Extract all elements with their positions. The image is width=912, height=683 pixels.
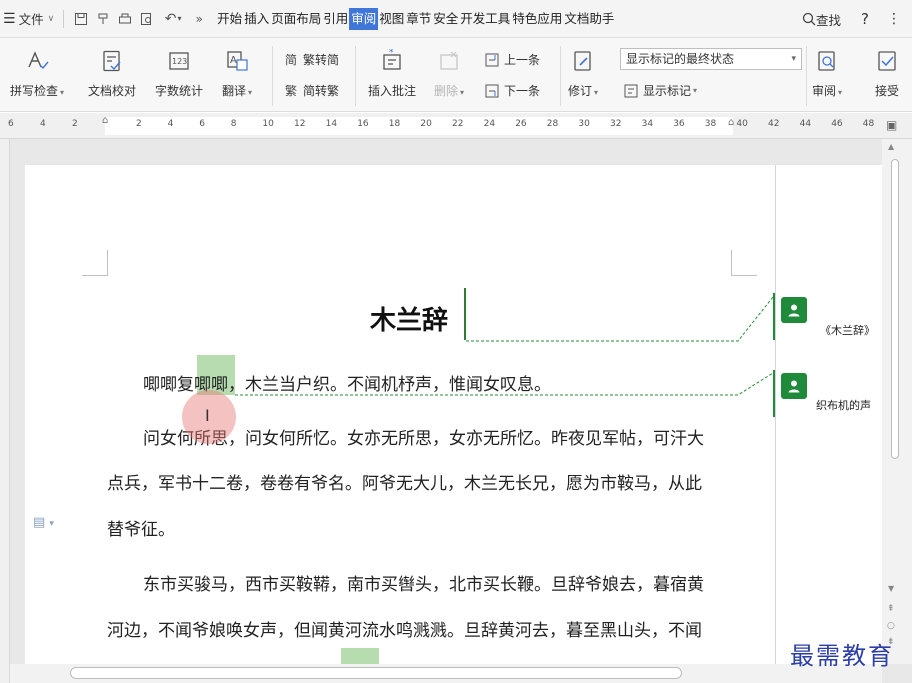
- comment-text[interactable]: 《木兰辞》: [820, 322, 875, 338]
- prev-page-icon[interactable]: ⇞: [887, 604, 895, 614]
- scroll-up-icon[interactable]: ▲: [888, 142, 894, 151]
- comment-text[interactable]: 织布机的声: [816, 397, 871, 413]
- comment-connectors: [235, 296, 774, 396]
- user-avatar-icon[interactable]: [781, 373, 807, 399]
- ibeam-cursor-icon: I: [205, 406, 210, 425]
- scroll-down-icon[interactable]: ▼: [888, 584, 894, 593]
- watermark-logo: 最需教育: [790, 642, 894, 670]
- scroll-thumb[interactable]: [891, 159, 899, 459]
- select-browse-icon[interactable]: ○: [887, 621, 895, 631]
- scroll-thumb[interactable]: [70, 667, 682, 679]
- comment-bar: [773, 370, 775, 417]
- comment-bar: [773, 293, 775, 340]
- vertical-scrollbar[interactable]: ▲ ▼ ⇞ ○ ⇟: [882, 139, 912, 664]
- user-avatar-icon[interactable]: [781, 297, 807, 323]
- horizontal-scrollbar[interactable]: [10, 664, 882, 683]
